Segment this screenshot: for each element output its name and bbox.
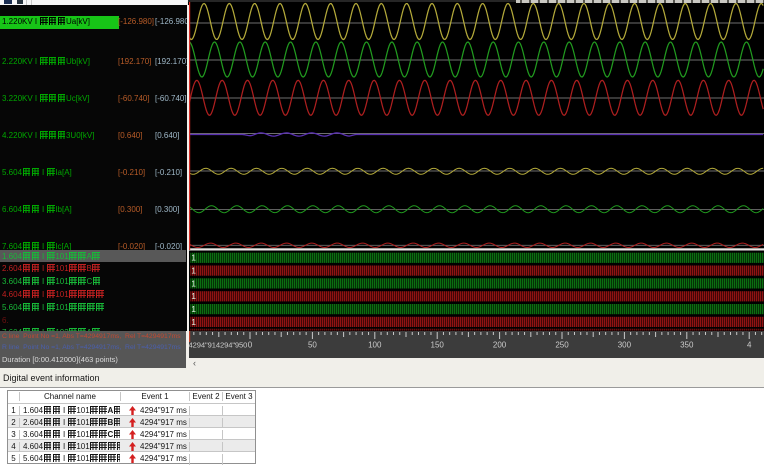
svg-text:1: 1	[191, 266, 196, 276]
svg-text:1: 1	[191, 291, 196, 301]
svg-text:200: 200	[493, 341, 507, 350]
svg-text:1: 1	[191, 253, 196, 263]
svg-text:4: 4	[747, 341, 752, 350]
svg-text:100: 100	[368, 341, 382, 350]
svg-text:350: 350	[680, 341, 694, 350]
svg-text:0: 0	[248, 341, 253, 350]
svg-text:4294"914294"950: 4294"914294"950	[189, 341, 248, 350]
svg-text:150: 150	[431, 341, 445, 350]
svg-text:1: 1	[191, 317, 196, 327]
svg-text:50: 50	[308, 341, 317, 350]
svg-text:250: 250	[555, 341, 569, 350]
svg-text:300: 300	[618, 341, 632, 350]
svg-text:1: 1	[191, 278, 196, 288]
svg-text:1: 1	[191, 304, 196, 314]
